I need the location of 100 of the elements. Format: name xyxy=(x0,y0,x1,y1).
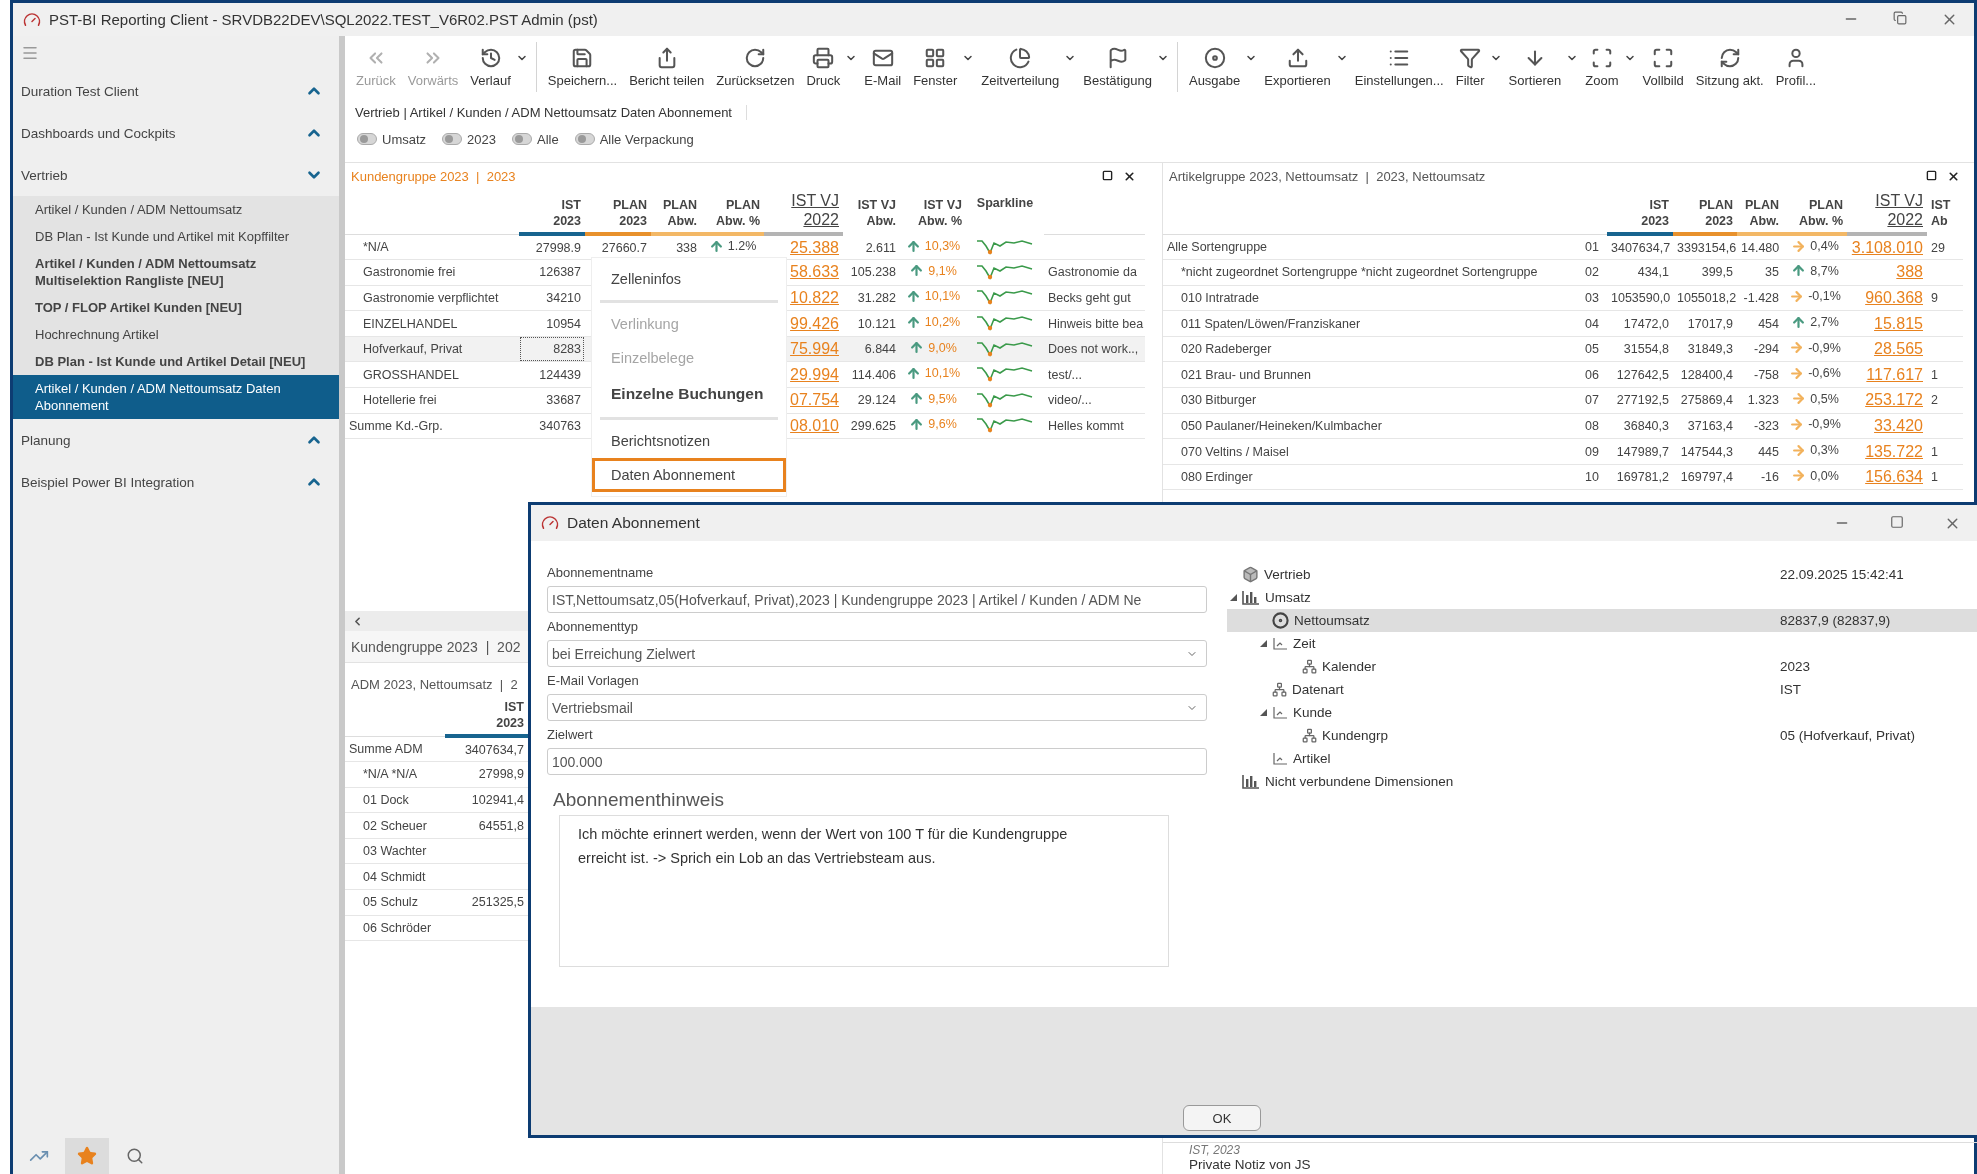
table-cell: 9 xyxy=(1927,285,1963,311)
column-header[interactable]: PLAN 2023 xyxy=(585,189,651,234)
tree-row[interactable]: Nicht verbundene Dimensionen xyxy=(1227,770,1977,793)
toolbar-button[interactable]: Druck xyxy=(801,36,846,98)
column-header[interactable]: IST Ab xyxy=(1927,189,1963,234)
sidebar-group[interactable]: Beispiel Power BI Integration xyxy=(13,461,339,503)
table-cell: Hinweis bitte bea xyxy=(1044,310,1145,337)
toolbar-button[interactable]: Speichern... xyxy=(542,36,623,98)
sidebar-item[interactable]: DB Plan - Ist Kunde und Artikel Detail [NEU] xyxy=(13,348,339,375)
tree-label[interactable]: Umsatz xyxy=(1265,590,1311,605)
table-cell: 35 xyxy=(1737,259,1783,286)
toolbar-button[interactable]: Sitzung akt. xyxy=(1690,36,1769,98)
table-cell: 0,5% xyxy=(1810,391,1839,406)
tree-row[interactable]: Nettoumsatz 82837,9 (82837,9) xyxy=(1227,609,1977,632)
tree-label[interactable]: Nettoumsatz xyxy=(1294,613,1370,628)
table-cell: 07 xyxy=(1581,387,1607,414)
tree-label[interactable]: Kunde xyxy=(1293,705,1333,720)
tree-label[interactable]: Vertrieb xyxy=(1264,567,1311,582)
tree-label[interactable]: Nicht verbundene Dimensionen xyxy=(1265,774,1454,789)
table-cell: 27998.9 xyxy=(519,234,585,260)
tree-value: 82837,9 (82837,9) xyxy=(1780,613,1892,628)
tree-label[interactable]: Artikel xyxy=(1293,751,1331,766)
column-header[interactable]: PLAN Abw. % xyxy=(1783,189,1847,234)
sidebar-item[interactable]: Artikel / Kunden / ADM Nettoumsatz Daten Abonnement xyxy=(13,375,339,419)
row-label: Gastronomie verpflichtet xyxy=(345,285,519,311)
row-label: 030 Bitburger xyxy=(1163,387,1581,414)
tree-row[interactable]: Zeit xyxy=(1227,632,1977,655)
toolbar-button[interactable]: Fenster xyxy=(908,36,963,98)
column-header[interactable]: IST VJ 2022 xyxy=(764,189,843,234)
row-label: 04 Schmidt xyxy=(345,863,445,890)
sidebar-group[interactable]: Vertrieb xyxy=(13,154,339,196)
tree-label[interactable]: Zeit xyxy=(1293,636,1316,651)
table-cell: 1 xyxy=(1927,438,1963,465)
tree-row[interactable]: Kalender 2023 xyxy=(1227,655,1977,678)
tree-row[interactable]: Vertrieb 22.09.2025 15:42:41 xyxy=(1227,563,1977,586)
toolbar-button[interactable]: Ausgabe xyxy=(1183,36,1246,98)
tree-label[interactable]: Kalender xyxy=(1322,659,1377,674)
table-cell: 33687 xyxy=(519,387,585,414)
toolbar-button[interactable]: E-Mail xyxy=(859,36,907,98)
column-header[interactable]: IST VJ 2022 xyxy=(1847,189,1927,234)
ok-button[interactable]: OK xyxy=(1183,1105,1261,1131)
input-field[interactable]: IST,Nettoumsatz,05(Hofverkauf, Privat),2023 | Kundengruppe 2023 | Artikel / Kunden / ADM Ne xyxy=(547,586,1207,613)
table-cell: 6.844 xyxy=(843,336,900,362)
toolbar-button[interactable]: Bericht teilen xyxy=(624,36,710,98)
tree-row[interactable]: Kunde xyxy=(1227,701,1977,724)
tree-label[interactable]: Kundengrp xyxy=(1322,728,1389,743)
tree-row[interactable]: Kundengrp 05 (Hofverkauf, Privat) xyxy=(1227,724,1977,747)
table-cell: 9,6% xyxy=(928,417,957,432)
sidebar-item[interactable]: Hochrechnung Artikel xyxy=(13,321,339,348)
column-header[interactable]: PLAN Abw. xyxy=(1737,189,1783,234)
sidebar-group[interactable]: Duration Test Client xyxy=(13,70,339,112)
column-header[interactable]: PLAN Abw. xyxy=(651,189,701,234)
toolbar-button[interactable]: Sortieren xyxy=(1503,36,1567,98)
group-label[interactable]: Dashboards und Cockpits xyxy=(21,125,176,141)
toolbar-button[interactable]: Einstellungen... xyxy=(1349,36,1449,98)
toolbar-button[interactable]: Verlauf xyxy=(465,36,516,98)
filter-label[interactable]: Umsatz xyxy=(382,131,427,147)
sidebar-item[interactable]: Artikel / Kunden / ADM Nettoumsatz Multiselektion Rangliste [NEU] xyxy=(13,250,339,294)
tree-row[interactable]: Umsatz xyxy=(1227,586,1977,609)
table-cell: 9,1% xyxy=(928,263,957,278)
table-cell: 36840,3 xyxy=(1607,413,1673,439)
input-field[interactable]: 100.000 xyxy=(547,748,1207,775)
toolbar-button[interactable]: Bestätigung xyxy=(1078,36,1157,98)
group-label[interactable]: Duration Test Client xyxy=(21,83,139,99)
column-header[interactable]: PLAN Abw. % xyxy=(701,189,764,234)
table-cell: 10.121 xyxy=(843,310,900,337)
toolbar-button[interactable]: Zurücksetzen xyxy=(711,36,800,98)
select-field[interactable]: Vertriebsmail xyxy=(547,694,1207,721)
toolbar-button[interactable]: Vollbild xyxy=(1637,36,1689,98)
sidebar-item[interactable]: TOP / FLOP Artikel Kunden [NEU] xyxy=(13,294,339,321)
tree-row[interactable]: Datenart IST xyxy=(1227,678,1977,701)
group-label[interactable]: Planung xyxy=(21,432,71,448)
table-cell: 454 xyxy=(1737,310,1783,337)
sidebar-group[interactable]: Planung xyxy=(13,419,339,461)
tree-label[interactable]: Datenart xyxy=(1292,682,1344,697)
column-header[interactable]: IST 2023 xyxy=(1607,189,1673,234)
filter-label[interactable]: Alle Verpackung xyxy=(599,131,694,147)
column-header[interactable]: IST VJ Abw. xyxy=(843,189,900,234)
toolbar-button[interactable]: Zoom xyxy=(1580,36,1624,98)
row-label: 010 Intratrade xyxy=(1163,285,1581,311)
toolbar-button[interactable]: Profil... xyxy=(1770,36,1822,98)
sidebar-item[interactable]: Artikel / Kunden / ADM Nettoumsatz xyxy=(13,196,339,223)
column-header[interactable]: Sparkline xyxy=(966,189,1044,234)
tree-row[interactable]: Artikel xyxy=(1227,747,1977,770)
select-field[interactable]: bei Erreichung Zielwert xyxy=(547,640,1207,667)
filter-label[interactable]: 2023 xyxy=(467,131,496,147)
sidebar-item[interactable]: DB Plan - Ist Kunde und Artikel mit Kopffilter xyxy=(13,223,339,250)
filter-label[interactable]: Alle xyxy=(537,131,559,147)
column-header[interactable]: IST VJ Abw. % xyxy=(900,189,966,234)
toolbar-button[interactable]: Exportieren xyxy=(1259,36,1336,98)
toolbar-button[interactable]: Filter xyxy=(1450,36,1490,98)
group-label[interactable]: Beispiel Power BI Integration xyxy=(21,474,195,490)
note-caption: IST, 2023 xyxy=(1189,1143,1241,1157)
sidebar-group[interactable]: Dashboards und Cockpits xyxy=(13,112,339,154)
column-header[interactable]: PLAN 2023 xyxy=(1673,189,1737,234)
text-area[interactable]: Ich möchte erinnert werden, wenn der Wert von 100 T für die Kundengruppe erreicht ist. -> Sprich ein Lob an das Vertriebsteam aus. xyxy=(559,815,1169,967)
menu-item[interactable]: Daten Abonnement xyxy=(592,458,786,492)
column-header[interactable]: IST 2023 xyxy=(519,189,585,234)
toolbar-button[interactable]: Zeitverteilung xyxy=(976,36,1065,98)
group-label[interactable]: Vertrieb xyxy=(21,167,68,183)
